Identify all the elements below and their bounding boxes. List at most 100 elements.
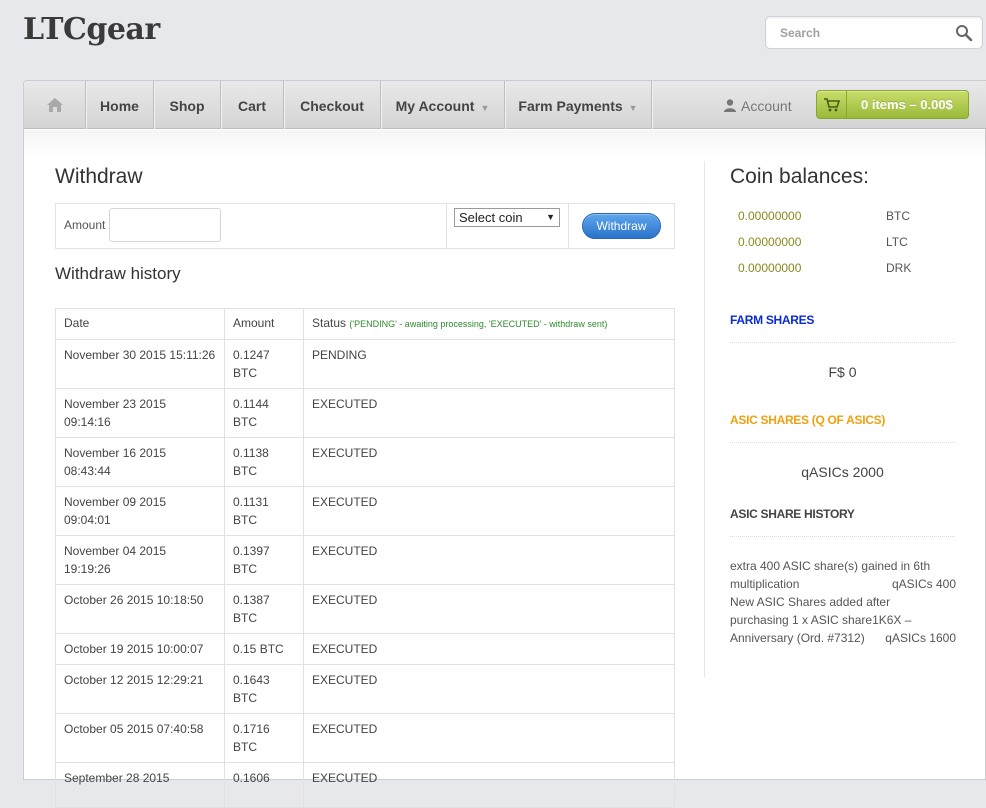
farm-shares-title: FARM SHARES	[730, 313, 815, 327]
nav-cart[interactable]: Cart	[221, 81, 284, 129]
row-amount: 0.1716 BTC	[224, 713, 304, 763]
table-row: November 04 2015 19:19:26 0.1397 BTC EXE…	[55, 535, 675, 585]
balance-coin: LTC	[886, 235, 908, 249]
status-header-label: Status	[312, 316, 347, 330]
table-row: September 28 2015 0.1606 EXECUTED	[55, 762, 675, 808]
history-amount: qASICs 400	[891, 577, 956, 591]
search-icon[interactable]	[955, 24, 973, 42]
home-icon	[47, 98, 63, 112]
balance-coin: DRK	[886, 261, 912, 275]
form-divider	[446, 204, 447, 248]
row-status: EXECUTED	[303, 388, 675, 438]
user-icon	[724, 99, 736, 112]
cart-icon	[824, 98, 840, 112]
withdraw-history-title: Withdraw history	[55, 264, 181, 283]
site-logo[interactable]: LTCgear	[23, 12, 160, 47]
row-date: October 19 2015 10:00:07	[55, 633, 225, 665]
row-status: EXECUTED	[303, 437, 675, 487]
history-text: Anniversary (Ord. #7312)	[730, 631, 865, 645]
balance-value: 0.00000000	[738, 209, 802, 223]
row-status: PENDING	[303, 339, 675, 389]
asic-history-list: extra 400 ASIC share(s) gained in 6th mu…	[730, 557, 956, 647]
nav-farm-payments-label: Farm Payments	[518, 98, 623, 114]
list-item: extra 400 ASIC share(s) gained in 6th	[730, 557, 956, 575]
row-amount: 0.1247 BTC	[224, 339, 304, 389]
asic-shares-title: ASIC SHARES (Q OF ASICS)	[730, 413, 886, 427]
list-item: purchasing 1 x ASIC share1K6X –	[730, 611, 956, 629]
nav-my-account-label: My Account	[395, 98, 475, 114]
nav-my-account[interactable]: My Account ▼	[381, 81, 505, 129]
coin-select-value: Select coin	[459, 210, 523, 225]
nav-account-link[interactable]: Account	[724, 81, 792, 129]
row-status: EXECUTED	[303, 713, 675, 763]
form-divider	[568, 204, 569, 248]
section-rule	[730, 442, 955, 443]
row-amount: 0.1144 BTC	[224, 388, 304, 438]
nav-farm-payments[interactable]: Farm Payments ▼	[505, 81, 652, 129]
history-text: purchasing 1 x ASIC share1K6X –	[730, 613, 912, 627]
row-date: November 16 2015 08:43:44	[55, 437, 225, 487]
history-text: New ASIC Shares added after	[730, 595, 891, 609]
table-row: October 19 2015 10:00:07 0.15 BTC EXECUT…	[55, 633, 675, 665]
row-date: November 30 2015 15:11:26	[55, 339, 225, 389]
row-amount: 0.1138 BTC	[224, 437, 304, 487]
dropdown-arrow-icon: ▼	[546, 212, 555, 222]
row-amount: 0.1643 BTC	[224, 664, 304, 714]
row-status: EXECUTED	[303, 633, 675, 665]
table-row: October 05 2015 07:40:58 0.1716 BTC EXEC…	[55, 713, 675, 763]
chevron-down-icon: ▼	[480, 103, 490, 113]
row-amount: 0.15 BTC	[224, 633, 304, 665]
cart-summary: 0 items – 0.00$	[861, 97, 953, 112]
withdraw-history-table: Date Amount Status ('PENDING' - awaiting…	[55, 308, 675, 808]
section-rule	[730, 342, 955, 343]
section-rule	[730, 536, 955, 537]
cart-button[interactable]: 0 items – 0.00$	[816, 90, 969, 119]
farm-shares-value: F$ 0	[828, 364, 857, 380]
row-date: November 04 2015 19:19:26	[55, 535, 225, 585]
nav-account-label: Account	[741, 98, 792, 114]
main-nav: Home Shop Cart Checkout My Account ▼ Farm…	[24, 81, 986, 129]
cart-icon-wrap	[817, 91, 847, 118]
row-date: October 05 2015 07:40:58	[55, 713, 225, 763]
table-row: October 12 2015 12:29:21 0.1643 BTC EXEC…	[55, 664, 675, 714]
list-item: Anniversary (Ord. #7312) qASICs 1600	[730, 629, 956, 647]
balance-value: 0.00000000	[738, 261, 802, 275]
withdraw-form: Amount Select coin ▼ Withdraw	[55, 203, 675, 249]
coin-select[interactable]: Select coin ▼	[454, 208, 560, 227]
sidebar-divider	[704, 161, 705, 677]
amount-input[interactable]	[109, 208, 221, 242]
table-header-row: Date Amount Status ('PENDING' - awaiting…	[55, 308, 675, 340]
column-header-date: Date	[55, 308, 225, 340]
history-amount: qASICs 1600	[885, 631, 956, 645]
search-input[interactable]	[778, 24, 948, 42]
table-row: November 30 2015 15:11:26 0.1247 BTC PEN…	[55, 339, 675, 389]
list-item: New ASIC Shares added after	[730, 593, 956, 611]
row-date: October 12 2015 12:29:21	[55, 664, 225, 714]
withdraw-button[interactable]: Withdraw	[582, 213, 661, 239]
row-amount: 0.1131 BTC	[224, 486, 304, 536]
row-status: EXECUTED	[303, 664, 675, 714]
history-text: multiplication	[730, 577, 800, 591]
asic-share-history-title: ASIC SHARE HISTORY	[730, 507, 855, 521]
main-card: Home Shop Cart Checkout My Account ▼ Farm…	[23, 80, 986, 808]
row-date: November 09 2015 09:04:01	[55, 486, 225, 536]
column-header-amount: Amount	[224, 308, 304, 340]
row-status: EXECUTED	[303, 535, 675, 585]
row-date: October 26 2015 10:18:50	[55, 584, 225, 634]
table-row: November 23 2015 09:14:16 0.1144 BTC EXE…	[55, 388, 675, 438]
nav-home[interactable]: Home	[86, 81, 154, 129]
nav-checkout[interactable]: Checkout	[284, 81, 381, 129]
table-row: November 09 2015 09:04:01 0.1131 BTC EXE…	[55, 486, 675, 536]
balance-value: 0.00000000	[738, 235, 802, 249]
amount-label: Amount	[64, 218, 106, 232]
chevron-down-icon: ▼	[628, 103, 638, 113]
row-status: EXECUTED	[303, 762, 675, 808]
row-amount: 0.1606	[224, 762, 304, 808]
coin-balances-title: Coin balances:	[730, 165, 869, 188]
nav-shop[interactable]: Shop	[154, 81, 221, 129]
nav-shadow	[24, 130, 986, 158]
row-date: September 28 2015	[55, 762, 225, 808]
history-text: extra 400 ASIC share(s) gained in 6th	[730, 559, 931, 573]
search-box[interactable]	[765, 16, 983, 49]
nav-home-icon-button[interactable]	[24, 81, 86, 129]
